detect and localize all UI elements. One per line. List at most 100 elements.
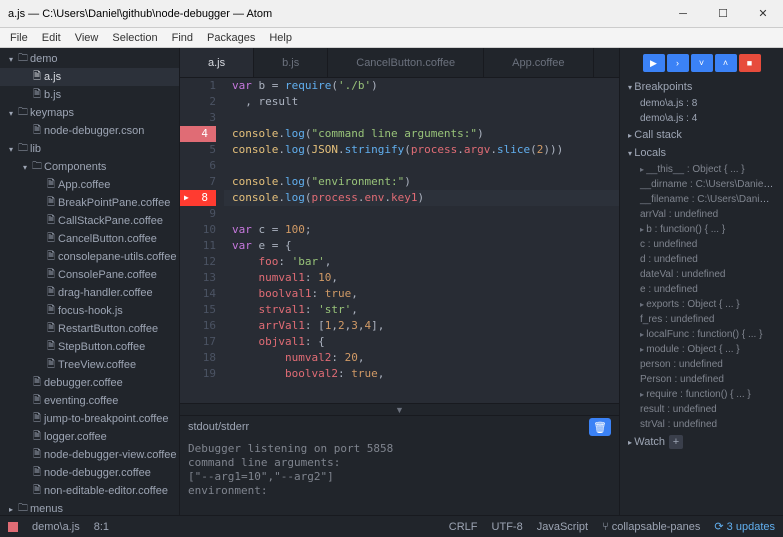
file-RestartButton.coffee[interactable]: 🗎RestartButton.coffee [0, 320, 179, 338]
step-into-button[interactable]: ˅ [691, 54, 713, 72]
local-var[interactable]: d : undefined [620, 252, 783, 267]
callstack-section[interactable]: Call stack [620, 126, 783, 144]
file-icon: 🗎 [44, 285, 58, 302]
menu-edit[interactable]: Edit [36, 31, 67, 45]
folder-keymaps[interactable]: 🗀keymaps [0, 104, 179, 122]
file-debugger.coffee[interactable]: 🗎debugger.coffee [0, 374, 179, 392]
file-icon: 🗎 [44, 231, 58, 248]
console-output[interactable]: Debugger listening on port 5858command l… [180, 438, 619, 515]
file-BreakPointPane.coffee[interactable]: 🗎BreakPointPane.coffee [0, 194, 179, 212]
menu-selection[interactable]: Selection [106, 31, 163, 45]
menu-file[interactable]: File [4, 31, 34, 45]
code-editor[interactable]: 12345678910111213141516171819 var b = re… [180, 78, 619, 403]
local-var[interactable]: person : undefined [620, 357, 783, 372]
gutter[interactable]: 12345678910111213141516171819 [180, 78, 224, 403]
maximize-button[interactable]: ☐ [703, 0, 743, 28]
local-var[interactable]: require : function() { ... } [620, 387, 783, 402]
file-logger.coffee[interactable]: 🗎logger.coffee [0, 428, 179, 446]
local-var[interactable]: Person : undefined [620, 372, 783, 387]
file-a.js[interactable]: 🗎a.js [0, 68, 179, 86]
editor-tabs: a.jsb.jsCancelButton.coffeeApp.coffee [180, 48, 619, 78]
file-CancelButton.coffee[interactable]: 🗎CancelButton.coffee [0, 230, 179, 248]
resume-button[interactable]: ▶ [643, 54, 665, 72]
tab-CancelButton.coffee[interactable]: CancelButton.coffee [328, 48, 484, 77]
status-eol[interactable]: CRLF [449, 521, 478, 533]
local-var[interactable]: f_res : undefined [620, 312, 783, 327]
folder-lib[interactable]: 🗀lib [0, 140, 179, 158]
file-node-debugger.coffee[interactable]: 🗎node-debugger.coffee [0, 464, 179, 482]
file-icon: 🗎 [30, 87, 44, 104]
file-StepButton.coffee[interactable]: 🗎StepButton.coffee [0, 338, 179, 356]
local-var[interactable]: module : Object { ... } [620, 342, 783, 357]
folder-menus[interactable]: 🗀menus [0, 500, 179, 515]
file-icon: 🗎 [30, 393, 44, 410]
file-node-debugger-view.coffee[interactable]: 🗎node-debugger-view.coffee [0, 446, 179, 464]
local-var[interactable]: b : function() { ... } [620, 222, 783, 237]
status-panes[interactable]: ⑂ collapsable-panes [602, 521, 700, 533]
file-node-debugger.cson[interactable]: 🗎node-debugger.cson [0, 122, 179, 140]
local-var[interactable]: result : undefined [620, 402, 783, 417]
stop-button[interactable]: ■ [739, 54, 761, 72]
status-file[interactable]: demo\a.js [32, 521, 80, 533]
expand-bar[interactable]: ▼ [180, 403, 619, 415]
step-over-button[interactable]: › [667, 54, 689, 72]
menu-packages[interactable]: Packages [201, 31, 261, 45]
minimize-button[interactable]: ─ [663, 0, 703, 28]
folder-Components[interactable]: 🗀Components [0, 158, 179, 176]
file-non-editable-editor.coffee[interactable]: 🗎non-editable-editor.coffee [0, 482, 179, 500]
file-eventing.coffee[interactable]: 🗎eventing.coffee [0, 392, 179, 410]
status-language[interactable]: JavaScript [537, 521, 588, 533]
local-var[interactable]: __filename : C:\Users\Daniel\github\ [620, 192, 783, 207]
file-jump-to-breakpoint.coffee[interactable]: 🗎jump-to-breakpoint.coffee [0, 410, 179, 428]
status-encoding[interactable]: UTF-8 [492, 521, 523, 533]
close-button[interactable]: ✕ [743, 0, 783, 28]
file-TreeView.coffee[interactable]: 🗎TreeView.coffee [0, 356, 179, 374]
add-watch-button[interactable]: + [669, 435, 683, 449]
local-var[interactable]: e : undefined [620, 282, 783, 297]
file-tree[interactable]: 🗀demo🗎a.js🗎b.js🗀keymaps🗎node-debugger.cs… [0, 48, 180, 515]
file-icon: 🗎 [44, 303, 58, 320]
file-icon: 🗎 [44, 195, 58, 212]
status-cursor[interactable]: 8:1 [94, 521, 109, 533]
breakpoint-item[interactable]: demo\a.js : 8 [620, 96, 783, 111]
folder-icon: 🗀 [16, 141, 30, 158]
local-var[interactable]: arrVal : undefined [620, 207, 783, 222]
menubar: FileEditViewSelectionFindPackagesHelp [0, 28, 783, 48]
local-var[interactable]: __this__ : Object { ... } [620, 162, 783, 177]
file-icon: 🗎 [30, 465, 44, 482]
status-updates[interactable]: ⟳ 3 updates [714, 520, 775, 533]
menu-find[interactable]: Find [166, 31, 199, 45]
file-focus-hook.js[interactable]: 🗎focus-hook.js [0, 302, 179, 320]
breakpoint-item[interactable]: demo\a.js : 4 [620, 111, 783, 126]
file-consolepane-utils.coffee[interactable]: 🗎consolepane-utils.coffee [0, 248, 179, 266]
watch-section[interactable]: Watch+ [620, 432, 783, 452]
file-ConsolePane.coffee[interactable]: 🗎ConsolePane.coffee [0, 266, 179, 284]
file-icon: 🗎 [44, 249, 58, 266]
file-icon: 🗎 [30, 429, 44, 446]
file-b.js[interactable]: 🗎b.js [0, 86, 179, 104]
local-var[interactable]: exports : Object { ... } [620, 297, 783, 312]
tab-b.js[interactable]: b.js [254, 48, 328, 77]
local-var[interactable]: localFunc : function() { ... } [620, 327, 783, 342]
local-var[interactable]: c : undefined [620, 237, 783, 252]
menu-view[interactable]: View [69, 31, 105, 45]
folder-icon: 🗀 [16, 501, 30, 516]
tab-a.js[interactable]: a.js [180, 48, 254, 77]
folder-demo[interactable]: 🗀demo [0, 50, 179, 68]
file-icon: 🗎 [30, 123, 44, 140]
debug-panel: ▶ › ˅ ˄ ■ Breakpoints demo\a.js : 8demo\… [619, 48, 783, 515]
code-lines[interactable]: var b = require('./b') , resultconsole.l… [224, 78, 619, 403]
local-var[interactable]: dateVal : undefined [620, 267, 783, 282]
menu-help[interactable]: Help [263, 31, 298, 45]
file-App.coffee[interactable]: 🗎App.coffee [0, 176, 179, 194]
file-drag-handler.coffee[interactable]: 🗎drag-handler.coffee [0, 284, 179, 302]
local-var[interactable]: strVal : undefined [620, 417, 783, 432]
local-var[interactable]: __dirname : C:\Users\Daniel\github\ [620, 177, 783, 192]
console-title: stdout/stderr [188, 421, 249, 433]
breakpoints-section[interactable]: Breakpoints [620, 78, 783, 96]
locals-section[interactable]: Locals [620, 144, 783, 162]
tab-App.coffee[interactable]: App.coffee [484, 48, 593, 77]
file-CallStackPane.coffee[interactable]: 🗎CallStackPane.coffee [0, 212, 179, 230]
clear-console-button[interactable]: 🗑 [589, 418, 611, 436]
step-out-button[interactable]: ˄ [715, 54, 737, 72]
